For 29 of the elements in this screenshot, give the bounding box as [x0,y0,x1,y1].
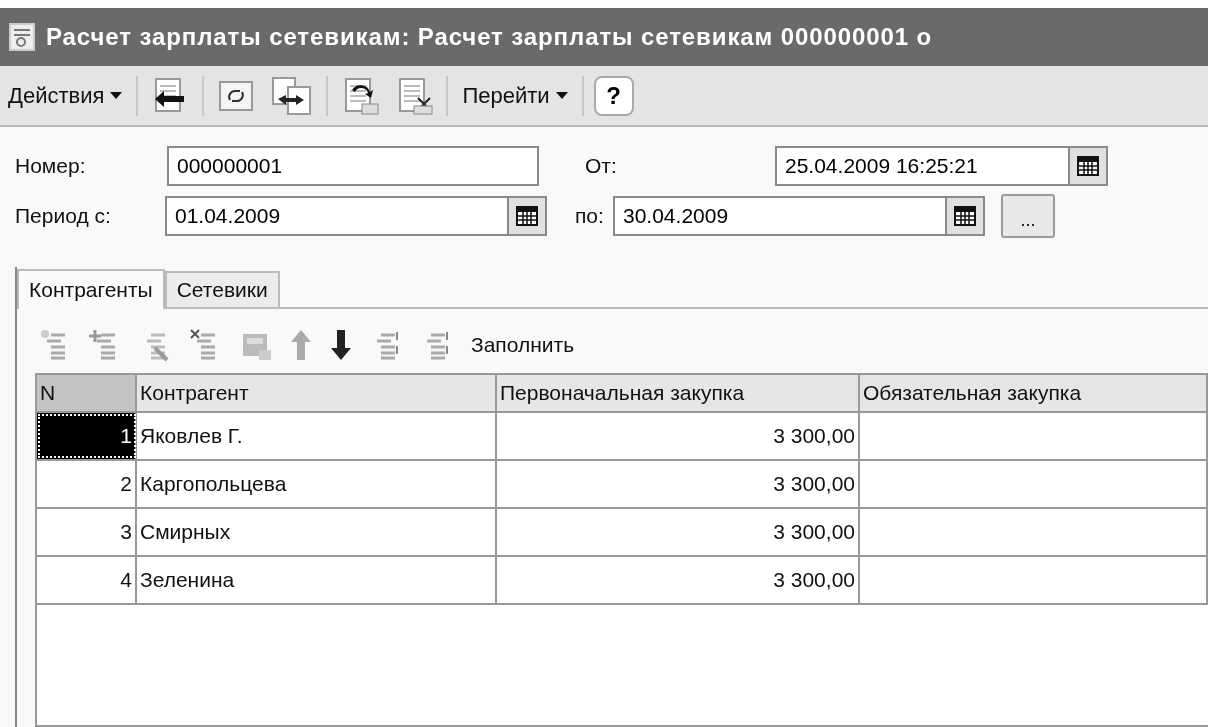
fill-button[interactable]: Заполнить [467,333,579,357]
field-label: От: [585,154,618,178]
number-field[interactable]: 000000001 [167,146,539,186]
go-to-menu[interactable]: Перейти [458,80,572,111]
calendar-icon [1077,156,1099,176]
calendar-icon [954,206,976,226]
down-arrow-icon[interactable] [329,328,353,362]
caret-icon [110,92,123,99]
column-header[interactable]: N [37,375,137,411]
period-to-field[interactable]: 30.04.2009 [613,196,985,236]
row-number-cell: 1 [37,413,137,459]
calendar-icon [516,206,538,226]
column-header[interactable]: Первоначальная закупка [497,375,860,411]
field-label: Номер: [15,154,87,178]
period-from-field[interactable]: 01.04.2009 [165,196,547,236]
column-header[interactable]: Контрагент [137,375,497,411]
window-title: Расчет зарплаты сетевикам: Расчет зарплаты сетевикам 000000001 о [46,23,933,51]
date-field[interactable]: 25.04.2009 16:25:21 [775,146,1108,186]
actions-menu[interactable]: Действия [4,80,127,111]
field-label: по: [575,204,605,228]
field-label: Период с: [15,204,112,228]
document-icon [8,22,36,52]
column-header[interactable]: Обязательная закупка [860,375,1208,411]
period-select-button[interactable]: ... [1001,194,1055,238]
table-cell: Зеленина [137,557,497,603]
caret-icon [555,92,568,99]
tab[interactable]: Сетевики [164,271,280,307]
help-button[interactable]: ? [593,75,634,116]
tab[interactable]: Контрагенты [17,269,165,309]
